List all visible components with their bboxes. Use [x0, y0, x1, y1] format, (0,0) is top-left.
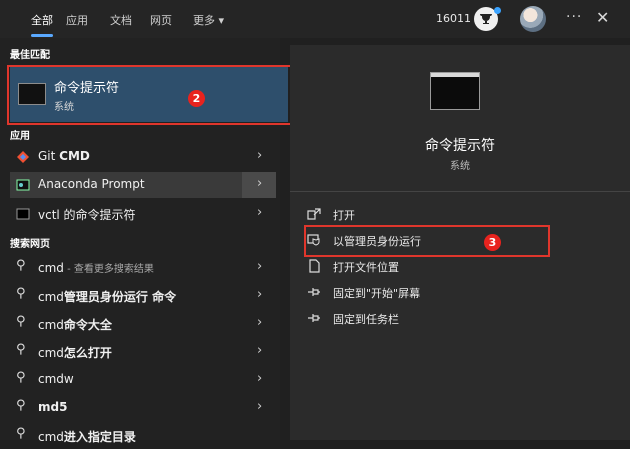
cmd-large-icon [430, 72, 480, 110]
chevron-right-icon[interactable]: › [257, 343, 262, 358]
app-item-vctl[interactable]: vctl 的命令提示符 › [10, 201, 275, 227]
chevron-right-icon[interactable]: › [257, 371, 262, 386]
file-location-icon [309, 259, 320, 273]
web-result-item[interactable]: ⚲ cmd怎么打开 › [10, 339, 275, 365]
web-query-bold: 怎么打开 [63, 346, 112, 360]
app-label: Git [38, 149, 60, 163]
web-query: cmd [38, 346, 64, 360]
web-result-item[interactable]: ⚲ cmd进入指定目录 [10, 423, 275, 449]
pin-icon [308, 288, 320, 296]
callout-box-best-match [7, 65, 292, 125]
web-query-bold: 管理员身份运行 命令 [63, 290, 177, 304]
tab-docs[interactable]: 文档 [110, 12, 132, 28]
chevron-right-icon[interactable]: › [257, 205, 262, 220]
section-best-match: 最佳匹配 [10, 50, 50, 61]
chevron-right-icon[interactable]: › [257, 315, 262, 330]
git-icon [17, 151, 29, 163]
app-label: vctl 的命令提示符 [38, 208, 136, 222]
chevron-right-icon[interactable]: › [257, 259, 262, 274]
rewards-points: 16011 [436, 12, 471, 25]
web-result-item[interactable]: ⚲ cmd命令大全 › [10, 311, 275, 337]
detail-title: 命令提示符 [425, 138, 495, 154]
action-open[interactable]: 打开 [307, 204, 607, 226]
action-label: 固定到"开始"屏幕 [333, 287, 421, 300]
action-open-file-location[interactable]: 打开文件位置 [307, 256, 607, 278]
terminal-icon [16, 208, 30, 220]
web-result-item[interactable]: ⚲ cmd - 查看更多搜索结果 › [10, 255, 275, 281]
search-icon: ⚲ [16, 286, 26, 301]
step-badge-3: 3 [484, 234, 501, 251]
pin-icon [308, 314, 320, 322]
tab-apps[interactable]: 应用 [66, 12, 88, 28]
web-query-bold: 命令大全 [63, 318, 112, 332]
action-label: 固定到任务栏 [333, 313, 399, 326]
action-label: 打开 [333, 209, 355, 222]
close-icon[interactable]: ✕ [596, 8, 609, 27]
search-icon: ⚲ [16, 398, 26, 413]
detail-panel: 命令提示符 系统 打开 以管理员身份运行 3 打开文件位置 固定到"开始"屏幕 … [290, 45, 630, 440]
avatar[interactable] [520, 6, 546, 32]
chevron-right-icon[interactable]: › [257, 287, 262, 302]
web-query: cmd [38, 372, 64, 386]
app-label-bold: CMD [59, 149, 90, 163]
search-icon: ⚲ [16, 426, 26, 441]
web-query-sub: - 查看更多搜索结果 [63, 264, 154, 275]
web-query-bold: 进入指定目录 [63, 430, 136, 444]
chevron-right-icon[interactable]: › [257, 399, 262, 414]
detail-subtitle: 系统 [450, 161, 470, 172]
search-icon: ⚲ [16, 342, 26, 357]
active-tab-indicator [31, 34, 53, 37]
web-query: cmd [38, 261, 64, 275]
divider [290, 191, 630, 192]
app-item-anaconda[interactable]: Anaconda Prompt › [10, 172, 276, 198]
notification-dot [494, 7, 501, 14]
results-panel: 最佳匹配 命令提示符 系统 2 应用 Git CMD › Anaconda Pr… [0, 38, 292, 444]
section-apps: 应用 [10, 131, 30, 142]
search-window: 全部 应用 文档 网页 更多 ▾ 16011 ··· ✕ 最佳匹配 命令提示符 … [0, 0, 630, 444]
web-result-item[interactable]: ⚲ md5 › [10, 395, 275, 421]
tab-more[interactable]: 更多 ▾ [193, 12, 224, 28]
open-icon [307, 208, 321, 220]
web-query-bold: md5 [38, 400, 68, 414]
web-query: cmd [38, 430, 64, 444]
action-pin-taskbar[interactable]: 固定到任务栏 [307, 308, 607, 330]
search-icon: ⚲ [16, 314, 26, 329]
top-bar: 全部 应用 文档 网页 更多 ▾ 16011 ··· ✕ [0, 0, 630, 38]
search-icon: ⚲ [16, 370, 26, 385]
callout-box-admin [304, 225, 550, 257]
tab-web[interactable]: 网页 [150, 12, 172, 28]
app-label: Anaconda Prompt [38, 177, 145, 191]
web-result-item[interactable]: ⚲ cmdw › [10, 367, 275, 393]
web-query-suffix: w [63, 372, 74, 386]
tab-all[interactable]: 全部 [31, 12, 53, 28]
chevron-right-icon[interactable]: › [257, 148, 262, 163]
action-label: 打开文件位置 [333, 261, 399, 274]
app-item-git-cmd[interactable]: Git CMD › [10, 144, 275, 170]
chevron-right-icon[interactable]: › [257, 176, 262, 191]
action-pin-start[interactable]: 固定到"开始"屏幕 [307, 282, 607, 304]
web-result-item[interactable]: ⚲ cmd管理员身份运行 命令 › [10, 283, 275, 309]
anaconda-prompt-icon [16, 179, 30, 191]
more-options-icon[interactable]: ··· [566, 9, 582, 25]
section-web: 搜索网页 [10, 239, 50, 250]
step-badge-2: 2 [188, 90, 205, 107]
search-icon: ⚲ [16, 258, 26, 273]
web-query: cmd [38, 290, 64, 304]
web-query: cmd [38, 318, 64, 332]
